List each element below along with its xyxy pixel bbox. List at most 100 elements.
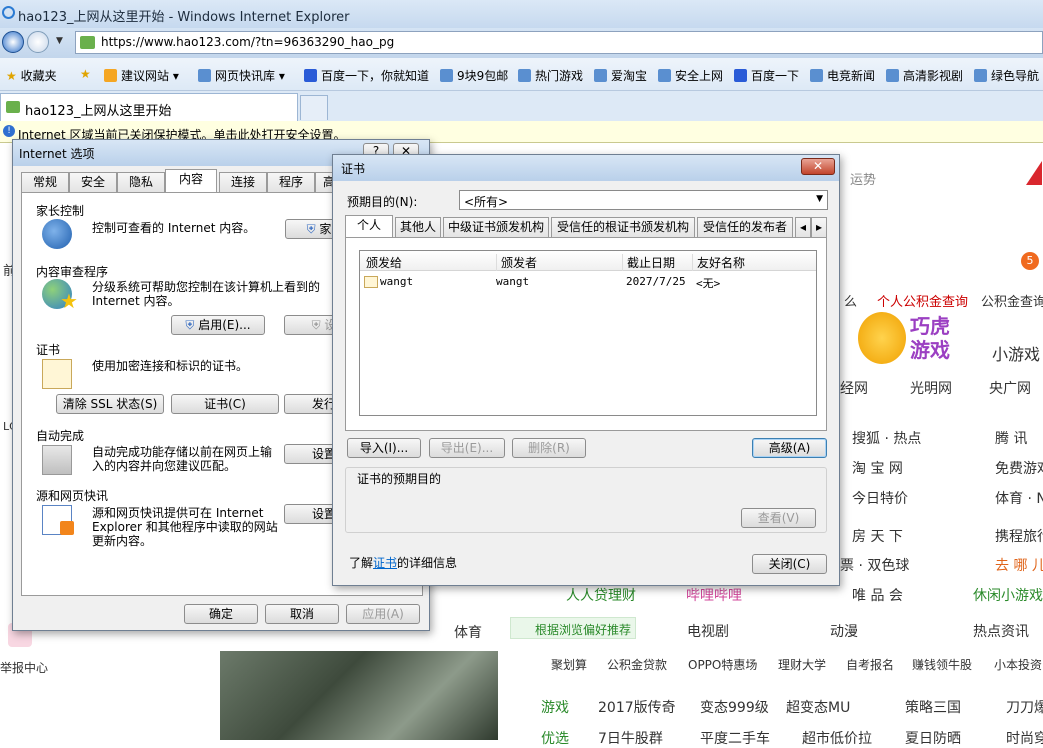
history-dropdown-icon[interactable]: ▼ xyxy=(56,36,63,46)
browser-tab-hao123[interactable]: hao123_上网从这里开始 xyxy=(0,93,298,121)
bottom-link[interactable]: 时尚穿 xyxy=(1006,728,1043,748)
report-center-link[interactable]: 举报中心 xyxy=(0,659,48,676)
site-link[interactable]: 哔哩哔哩 xyxy=(686,585,742,605)
advanced-button[interactable]: 高级(A) xyxy=(752,438,827,458)
game-link[interactable]: 策略三国 xyxy=(905,697,961,717)
small-link[interactable]: 自考报名 xyxy=(846,656,894,673)
tab-content[interactable]: 内容 xyxy=(165,169,217,192)
small-link[interactable]: 公积金贷款 xyxy=(607,656,667,673)
site-link[interactable]: 携程旅行 xyxy=(995,526,1043,546)
tab-general[interactable]: 常规 xyxy=(21,172,69,192)
certificate-link[interactable]: 证书 xyxy=(373,556,397,570)
forward-button[interactable] xyxy=(27,31,49,53)
fav-item-suggested[interactable]: 建议网站 ▾ xyxy=(104,67,179,84)
fav-item-webslices[interactable]: 网页快讯库 ▾ xyxy=(198,67,285,84)
tab-scroll-right[interactable]: ▸ xyxy=(811,217,827,237)
small-link[interactable]: 赚钱领牛股 xyxy=(912,656,972,673)
enable-button[interactable]: ⛨ 启用(E)... xyxy=(171,315,265,335)
favorites-button[interactable]: ★ 收藏夹 xyxy=(6,67,57,84)
fav-item-9kuai9[interactable]: 9块9包邮 xyxy=(440,67,508,84)
site-link[interactable]: 今日特价 xyxy=(852,488,908,508)
fav-item-safe[interactable]: 安全上网 xyxy=(658,67,723,84)
small-games-title[interactable]: 小游戏 xyxy=(992,341,1040,365)
site-link[interactable]: 免费游戏 xyxy=(995,458,1043,478)
qiaohu-logo[interactable]: 巧虎游戏 xyxy=(858,308,966,368)
tab-trusted-publishers[interactable]: 受信任的发布者 xyxy=(697,217,793,237)
tab-trusted-root-ca[interactable]: 受信任的根证书颁发机构 xyxy=(551,217,695,237)
rec-link[interactable]: 电视剧 xyxy=(687,621,729,641)
site-link[interactable]: 唯 品 会 xyxy=(852,585,903,605)
cancel-button[interactable]: 取消 xyxy=(265,604,339,624)
game-link[interactable]: 游戏 xyxy=(541,697,569,717)
tab-personal[interactable]: 个人 xyxy=(345,215,393,237)
tab-other-people[interactable]: 其他人 xyxy=(395,217,441,237)
import-button[interactable]: 导入(I)... xyxy=(347,438,421,458)
site-link[interactable]: 房 天 下 xyxy=(852,526,903,546)
site-link[interactable]: 休闲小游戏 xyxy=(973,585,1043,605)
new-tab-button[interactable] xyxy=(300,95,328,120)
bottom-link[interactable]: 优选 xyxy=(541,728,569,748)
fav-item-video[interactable]: 高清影视剧 xyxy=(886,67,963,84)
site-link[interactable]: 去 哪 儿 xyxy=(995,555,1043,575)
site-link[interactable]: 票 · 双色球 xyxy=(840,555,909,575)
fav-item-green[interactable]: 绿色导航 xyxy=(974,67,1039,84)
tab-intermediate-ca[interactable]: 中级证书颁发机构 xyxy=(443,217,549,237)
purpose-select[interactable]: <所有> ▼ xyxy=(459,190,828,210)
col-issued-to[interactable]: 颁发给 xyxy=(366,254,490,271)
site-link[interactable]: 淘 宝 网 xyxy=(852,458,903,478)
remove-button[interactable]: 删除(R) xyxy=(512,438,586,458)
small-link[interactable]: 小本投资 xyxy=(994,656,1042,673)
news-tab-sports[interactable]: 体育 xyxy=(454,622,482,642)
site-link[interactable]: 搜狐 · 热点 xyxy=(852,428,921,448)
apply-button[interactable]: 应用(A) xyxy=(346,604,420,624)
game-link[interactable]: 2017版传奇 xyxy=(598,697,676,717)
site-link[interactable]: 人人贷理财 xyxy=(566,585,636,605)
link-1[interactable]: 么 xyxy=(844,291,857,310)
tab-security[interactable]: 安全 xyxy=(69,172,117,192)
game-link[interactable]: 超变态MU xyxy=(786,697,850,717)
rec-link[interactable]: 动漫 xyxy=(830,621,858,641)
ok-button[interactable]: 确定 xyxy=(184,604,258,624)
tab-connections[interactable]: 连接 xyxy=(219,172,267,192)
address-input[interactable]: https://www.hao123.com/?tn=96363290_hao_… xyxy=(75,31,1043,54)
news-photo[interactable] xyxy=(220,651,498,740)
fav-item-baidu2[interactable]: 百度一下 xyxy=(734,67,799,84)
fortune-link[interactable]: 运势 xyxy=(850,169,876,188)
site-link[interactable]: 经网 xyxy=(840,378,868,398)
site-link[interactable]: 体育 · N xyxy=(995,488,1043,508)
small-link[interactable]: 聚划算 xyxy=(551,656,587,673)
close-button[interactable]: 关闭(C) xyxy=(752,554,827,574)
col-friendly-name[interactable]: 友好名称 xyxy=(692,254,796,271)
bottom-link[interactable]: 7日牛股群 xyxy=(598,728,663,748)
close-icon[interactable]: ✕ xyxy=(801,158,835,175)
small-link[interactable]: OPPO特惠场 xyxy=(688,656,757,673)
view-button[interactable]: 查看(V) xyxy=(741,508,816,528)
certificates-button[interactable]: 证书(C) xyxy=(171,394,279,414)
recommend-box[interactable]: 根据浏览偏好推荐 xyxy=(510,617,636,639)
bottom-link[interactable]: 夏日防晒 xyxy=(905,728,961,748)
back-button[interactable] xyxy=(2,31,24,53)
col-issued-by[interactable]: 颁发者 xyxy=(496,254,620,271)
export-button[interactable]: 导出(E)... xyxy=(429,438,505,458)
clear-ssl-button[interactable]: 清除 SSL 状态(S) xyxy=(56,394,164,414)
small-link[interactable]: 理财大学 xyxy=(778,656,826,673)
site-link[interactable]: 光明网 xyxy=(910,378,952,398)
bottom-link[interactable]: 平度二手车 xyxy=(700,728,770,748)
fav-item-esports[interactable]: 电竞新闻 xyxy=(810,67,875,84)
fav-item-games[interactable]: 热门游戏 xyxy=(518,67,583,84)
tab-programs[interactable]: 程序 xyxy=(267,172,315,192)
site-link[interactable]: 腾 讯 xyxy=(995,428,1027,448)
tab-privacy[interactable]: 隐私 xyxy=(117,172,165,192)
cert-list[interactable]: 颁发给 颁发者 截止日期 友好名称 wangt wangt 2027/7/25 … xyxy=(359,250,817,416)
fav-item-aitaobao[interactable]: 爱淘宝 xyxy=(594,67,647,84)
link-gjj[interactable]: 公积金查询 xyxy=(981,291,1043,310)
site-link[interactable]: 央广网 xyxy=(989,378,1031,398)
game-link[interactable]: 变态999级 xyxy=(700,697,769,717)
add-favorite-icon[interactable]: ★ xyxy=(80,67,91,81)
game-link[interactable]: 刀刀爆 xyxy=(1006,697,1043,717)
table-row[interactable]: wangt wangt 2027/7/25 <无> xyxy=(362,273,814,291)
bottom-link[interactable]: 超市低价拉 xyxy=(802,728,872,748)
rec-link[interactable]: 热点资讯 xyxy=(973,621,1029,641)
fav-item-baidu[interactable]: 百度一下，你就知道 xyxy=(304,67,429,84)
tab-scroll-left[interactable]: ◂ xyxy=(795,217,811,237)
